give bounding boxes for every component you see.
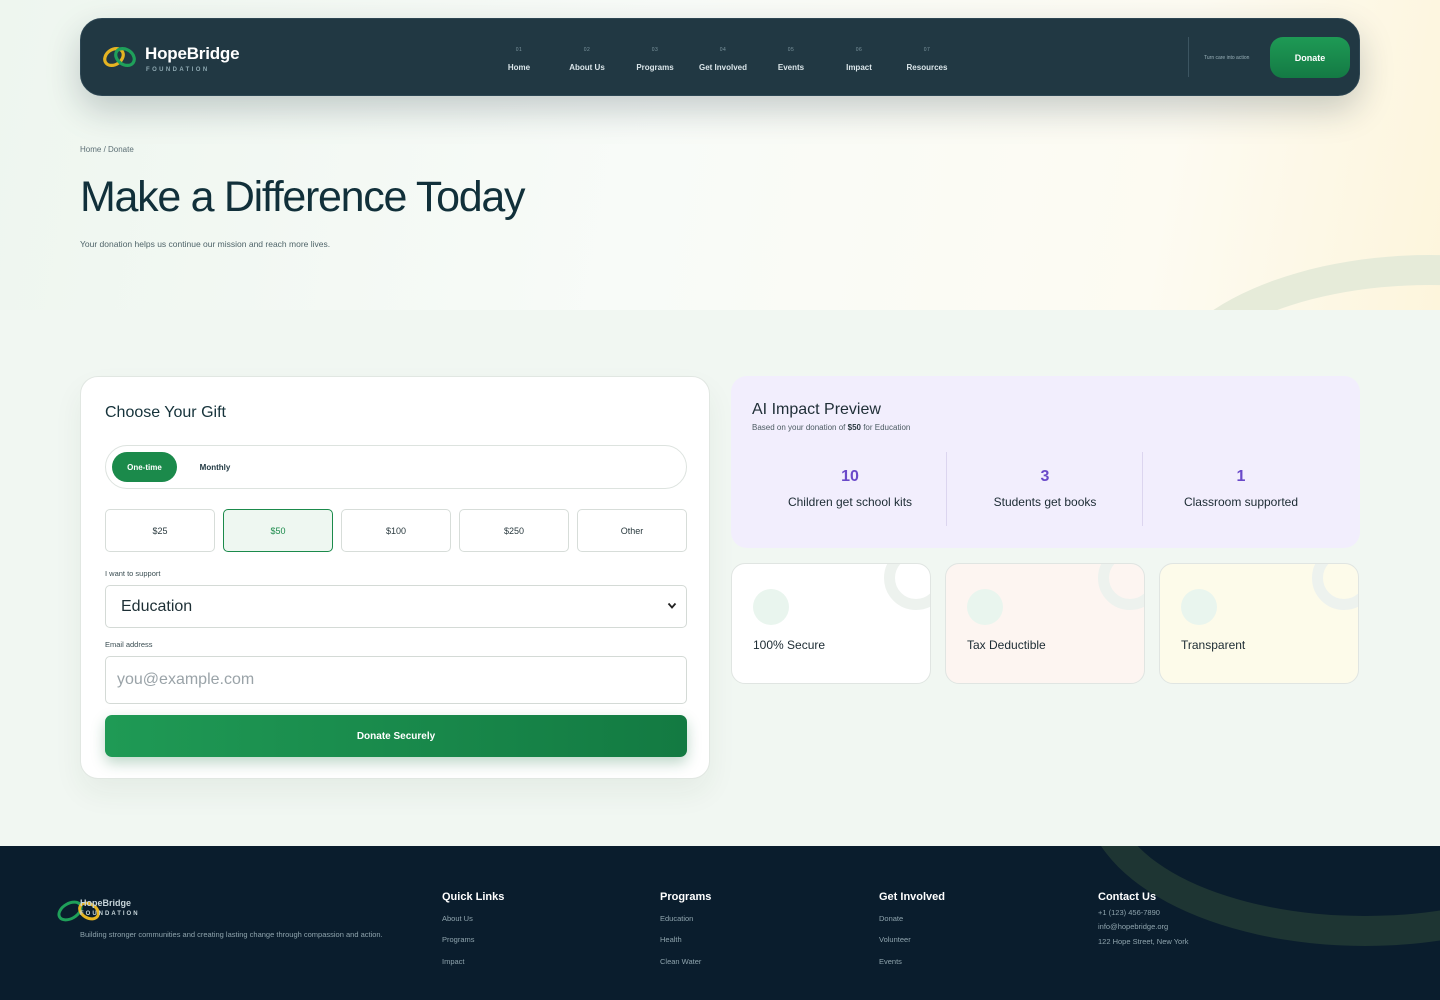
page-title: Make a Difference Today (80, 173, 525, 221)
email-label: Email address (105, 640, 153, 649)
footer-link[interactable]: Clean Water (660, 957, 701, 966)
frequency-toggle: One-time Monthly (105, 445, 687, 489)
nav-number: 02 (583, 47, 591, 53)
site-footer: HopeBridge FOUNDATION Building stronger … (0, 846, 1440, 1000)
chevron-down-icon (667, 602, 677, 609)
footer-link[interactable]: Health (660, 935, 682, 944)
amount-100-button[interactable]: $100 (341, 509, 451, 552)
impact-stat: 10 Children get school kits (752, 452, 948, 526)
impact-preview-card: AI Impact Preview Based on your donation… (731, 376, 1360, 548)
brand-name[interactable]: HopeBridge (145, 44, 240, 64)
impact-basis-text: Based on your donation of $50 for Educat… (752, 423, 910, 432)
nav-number: 01 (515, 47, 523, 53)
contact-email[interactable]: info@hopebridge.org (1098, 922, 1168, 931)
contact-address: 122 Hope Street, New York (1098, 937, 1189, 946)
basis-prefix: Based on your donation of (752, 423, 848, 432)
monthly-option[interactable]: Monthly (190, 452, 240, 482)
decorative-ring (1098, 564, 1144, 610)
nav-label: Get Involved (698, 63, 747, 72)
nav-item-about-us[interactable]: 02 About Us (551, 47, 623, 72)
top-navbar: HopeBridge FOUNDATION 01 Home 02 About Us … (80, 18, 1360, 96)
nav-tagline: Turn care into action (1204, 55, 1250, 61)
nav-number: 04 (719, 47, 727, 53)
footer-link[interactable]: Donate (879, 914, 903, 923)
email-input[interactable] (105, 656, 687, 704)
logo-icon (103, 46, 136, 68)
decorative-ring (884, 564, 930, 610)
donate-securely-button[interactable]: Donate Securely (105, 715, 687, 757)
nav-donate-button[interactable]: Donate (1270, 37, 1350, 78)
amount-250-button[interactable]: $250 (459, 509, 569, 552)
hero-section: HopeBridge FOUNDATION 01 Home 02 About Us … (0, 0, 1440, 310)
basis-amount: $50 (847, 423, 861, 432)
nav-item-get-involved[interactable]: 04 Get Involved (687, 47, 759, 72)
footer-link[interactable]: Programs (442, 935, 475, 944)
footer-description: Building stronger communities and creati… (80, 930, 383, 939)
support-select[interactable]: Education (105, 585, 687, 628)
nav-label: Resources (906, 63, 948, 72)
support-select-value: Education (121, 597, 193, 615)
footer-link[interactable]: Volunteer (879, 935, 911, 944)
page-subtitle: Your donation helps us continue our miss… (80, 239, 331, 249)
feature-label: Tax Deductible (967, 638, 1046, 652)
nav-label: About Us (569, 63, 605, 72)
feature-label: 100% Secure (753, 638, 826, 652)
footer-link[interactable]: Events (879, 957, 902, 966)
nav-number: 05 (787, 47, 795, 53)
basis-suffix: for Education (860, 423, 911, 432)
footer-link[interactable]: Education (660, 914, 693, 923)
footer-column-title: Programs (660, 891, 712, 903)
nav-item-impact[interactable]: 06 Impact (823, 47, 895, 72)
nav-item-events[interactable]: 05 Events (755, 47, 827, 72)
footer-link[interactable]: About Us (442, 914, 473, 923)
footer-link[interactable]: Impact (442, 957, 465, 966)
feature-card-tax-deductible: Tax Deductible (945, 563, 1145, 684)
stat-value: 3 (1040, 468, 1050, 485)
amount-other-button[interactable]: Other (577, 509, 687, 552)
impact-stat: 1 Classroom supported (1143, 452, 1339, 526)
stat-value: 1 (1236, 468, 1246, 485)
footer-brand-name: HopeBridge (80, 898, 132, 908)
nav-number: 06 (855, 47, 863, 53)
nav-divider (1188, 37, 1189, 77)
brand-subtitle: FOUNDATION (146, 67, 210, 73)
footer-column-title: Quick Links (442, 891, 505, 903)
nav-label: Programs (636, 63, 674, 72)
nav-label: Home (507, 63, 531, 72)
contact-phone[interactable]: +1 (123) 456-7890 (1098, 908, 1160, 917)
stat-label: Classroom supported (1183, 495, 1299, 509)
nav-number: 03 (651, 47, 659, 53)
amount-50-button[interactable]: $50 (223, 509, 333, 552)
feature-card-secure: 100% Secure (731, 563, 931, 684)
footer-column-title: Get Involved (879, 891, 946, 903)
footer-column-title: Contact Us (1098, 891, 1157, 903)
stat-label: Students get books (993, 495, 1097, 509)
receipt-icon (967, 589, 1003, 625)
donation-form-card: Choose Your Gift One-time Monthly $25 $5… (80, 376, 710, 779)
stat-value: 10 (841, 468, 859, 485)
decorative-ring (1312, 564, 1358, 610)
feature-card-transparent: Transparent (1159, 563, 1359, 684)
nav-number: 07 (923, 47, 931, 53)
footer-brand-subtitle: FOUNDATION (80, 911, 140, 917)
amount-25-button[interactable]: $25 (105, 509, 215, 552)
impact-stat: 3 Students get books (947, 452, 1143, 526)
stat-label: Children get school kits (787, 495, 913, 509)
one-time-option[interactable]: One-time (112, 452, 177, 482)
support-label: I want to support (105, 569, 161, 578)
nav-label: Events (777, 63, 805, 72)
feature-label: Transparent (1181, 638, 1246, 652)
nav-item-resources[interactable]: 07 Resources (891, 47, 963, 72)
shield-icon (753, 589, 789, 625)
nav-label: Impact (846, 63, 872, 72)
breadcrumb[interactable]: Home / Donate (80, 145, 134, 154)
nav-item-programs[interactable]: 03 Programs (619, 47, 691, 72)
form-title: Choose Your Gift (105, 404, 226, 421)
nav-item-home[interactable]: 01 Home (483, 47, 555, 72)
impact-title: AI Impact Preview (752, 401, 881, 418)
decorative-arc (1150, 255, 1440, 310)
eye-icon (1181, 589, 1217, 625)
